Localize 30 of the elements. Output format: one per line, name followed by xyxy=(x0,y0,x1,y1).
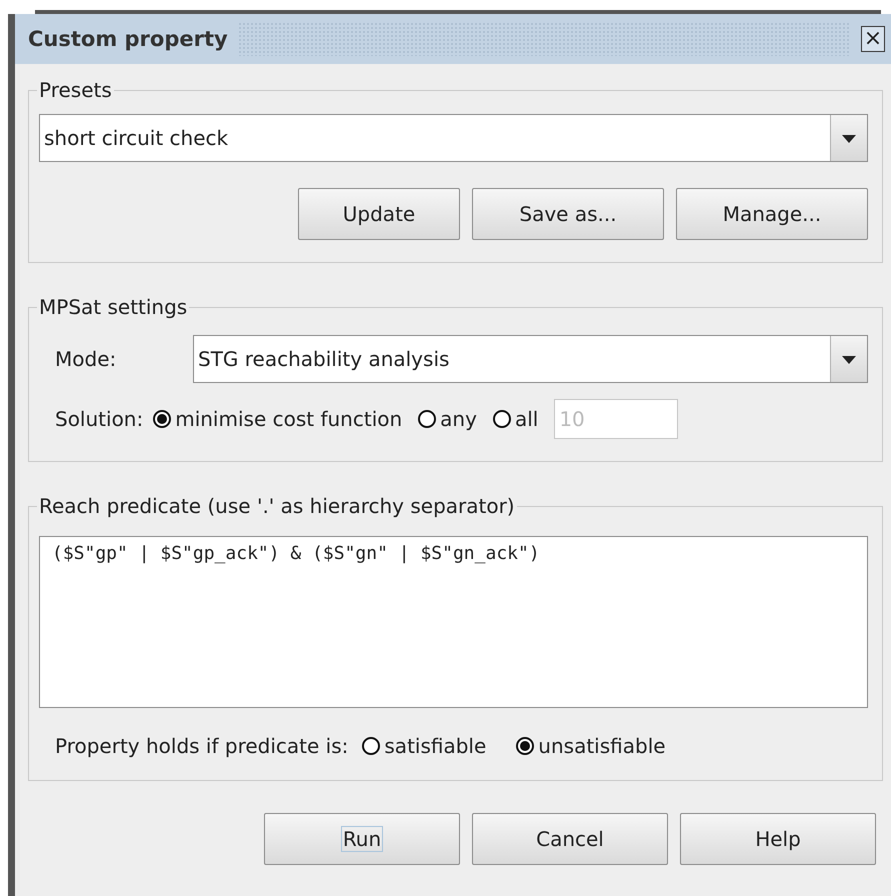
preset-button[interactable]: Manage... xyxy=(676,188,868,240)
cancel-button[interactable]: Cancel xyxy=(472,813,668,865)
predicate-field[interactable]: ($S"gp" | $S"gp_ack") & ($S"gn" | $S"gn_ack") xyxy=(39,536,868,708)
radio-button[interactable] xyxy=(153,410,172,428)
radio-label[interactable]: all xyxy=(514,407,538,431)
preset-button[interactable]: Update xyxy=(298,188,460,240)
mode-dropdown[interactable]: STG reachability analysis xyxy=(193,335,868,383)
caret-icon[interactable] xyxy=(830,115,867,161)
radio-button[interactable] xyxy=(362,737,380,755)
close-button[interactable]: × xyxy=(861,26,885,52)
property-holds-label: Property holds if predicate is: xyxy=(55,734,348,758)
group-title: Reach predicate (use '.' as hierarchy separator) xyxy=(38,494,516,518)
radio-button[interactable] xyxy=(492,410,511,428)
mode-label: Mode: xyxy=(55,347,118,371)
group-title: MPSat settings xyxy=(38,295,188,319)
preset-button[interactable]: Save as... xyxy=(472,188,664,240)
radio-button[interactable] xyxy=(418,410,436,428)
run-button[interactable]: Run xyxy=(264,813,460,865)
radio-label[interactable]: unsatisfiable xyxy=(538,734,666,758)
radio-label[interactable]: any xyxy=(440,407,477,431)
help-button[interactable]: Help xyxy=(680,813,876,865)
radio-button[interactable] xyxy=(516,737,534,755)
radio-label[interactable]: minimise cost function xyxy=(175,407,402,431)
solution-label: Solution: xyxy=(55,407,144,431)
group-title: Presets xyxy=(38,78,113,102)
window-title: Custom property xyxy=(28,27,228,51)
radio-label[interactable]: satisfiable xyxy=(384,734,486,758)
caret-icon[interactable] xyxy=(830,336,867,382)
preset-dropdown[interactable]: short circuit check xyxy=(39,114,868,162)
focus-outline: Run xyxy=(340,825,384,853)
